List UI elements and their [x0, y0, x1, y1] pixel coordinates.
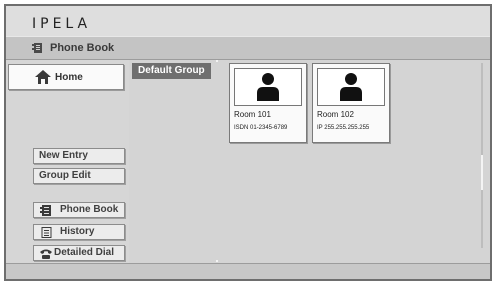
history-icon [41, 227, 52, 238]
group-tab[interactable]: Default Group [132, 63, 211, 79]
scroll-up-indicator [216, 60, 218, 62]
page-title: Phone Book [50, 42, 115, 54]
detailed-dial-label: Detailed Dial [54, 247, 115, 258]
phonebook-icon [32, 43, 42, 53]
new-entry-button[interactable]: New Entry [33, 148, 125, 164]
entry-address: ISDN 01-2345-6789 [234, 125, 288, 131]
title-bar: Phone Book [6, 36, 490, 60]
home-label: Home [55, 72, 83, 83]
phonebook-icon [40, 205, 51, 216]
person-icon [257, 73, 279, 101]
home-button[interactable]: Home [8, 64, 124, 90]
group-edit-button[interactable]: Group Edit [33, 168, 125, 184]
brand-bar: IPELA [6, 6, 490, 36]
scrollbar-thumb[interactable] [481, 155, 483, 190]
group-edit-label: Group Edit [39, 170, 91, 181]
sidebar: Home New Entry Group Edit Phone Book His… [6, 60, 129, 263]
entry-card[interactable]: Room 102 IP 255.255.255.255 [312, 63, 390, 143]
scroll-down-indicator [216, 260, 218, 262]
detailed-dial-button[interactable]: Detailed Dial [33, 245, 125, 261]
entry-card[interactable]: Room 101 ISDN 01-2345-6789 [229, 63, 307, 143]
app-window: IPELA Phone Book Home New Entry Group Ed… [4, 4, 492, 281]
photo-frame [317, 68, 385, 106]
footer-bar [6, 263, 490, 279]
phone-book-label: Phone Book [60, 204, 119, 215]
entry-name: Room 101 [234, 110, 271, 119]
history-label: History [60, 226, 95, 237]
entry-name: Room 102 [317, 110, 354, 119]
phone-dial-icon [40, 249, 52, 259]
phone-book-button[interactable]: Phone Book [33, 202, 125, 218]
photo-frame [234, 68, 302, 106]
history-button[interactable]: History [33, 224, 125, 240]
person-icon [340, 73, 362, 101]
home-icon [35, 70, 51, 84]
phonebook-content: Default Group Room 101 ISDN 01-2345-6789… [129, 60, 490, 263]
entry-address: IP 255.255.255.255 [317, 125, 370, 131]
new-entry-label: New Entry [39, 150, 88, 161]
ipela-logo: IPELA [32, 16, 92, 32]
